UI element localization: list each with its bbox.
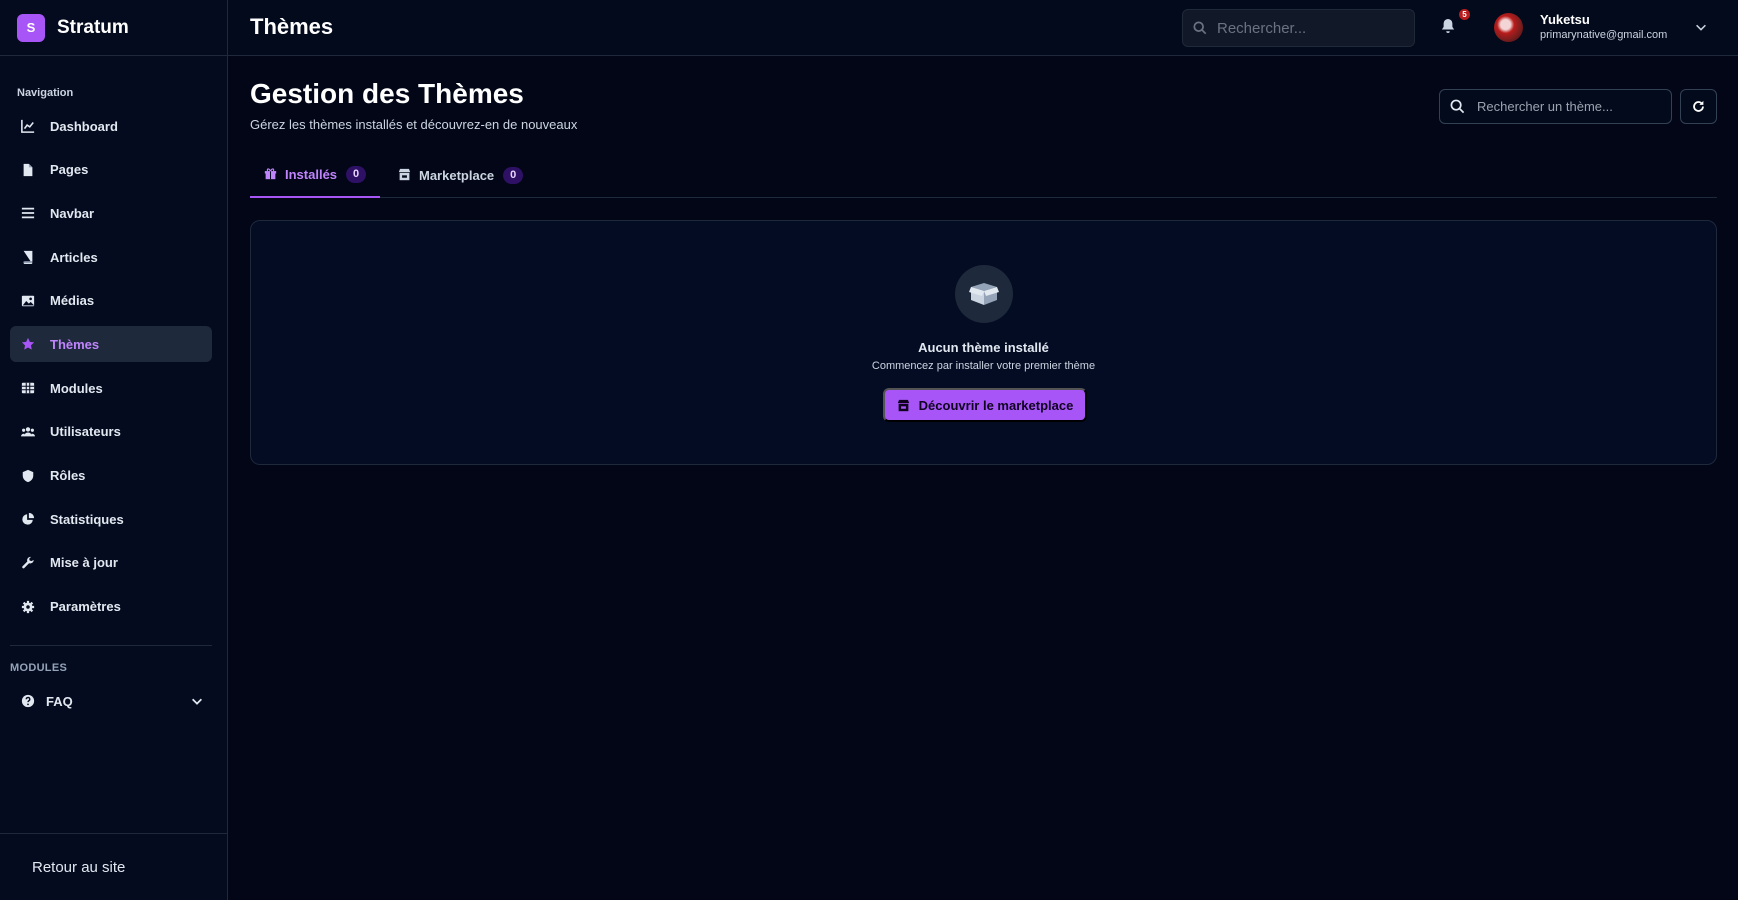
page-subheading: Gérez les thèmes installés et découvrez-… (250, 117, 578, 132)
nav-section-label: Navigation (17, 87, 74, 99)
theme-search[interactable] (1439, 89, 1672, 124)
sidebar-item-pages[interactable]: Pages (10, 152, 212, 188)
sidebar-item-label: Navbar (50, 205, 95, 221)
sidebar-item-label: Dashboard (50, 118, 118, 134)
page-heading: Gestion des Thèmes (250, 78, 524, 109)
tab-label: Marketplace (419, 167, 495, 183)
chevron-down-icon[interactable] (190, 694, 204, 708)
user-email: primarynative@gmail.com (1540, 29, 1668, 41)
sidebar: S Stratum Navigation Dashboard Pages Nav… (0, 0, 228, 900)
search-icon (1193, 21, 1207, 35)
empty-state-card: Aucun thème installé Commencez par insta… (250, 220, 1717, 465)
store-icon (897, 399, 909, 411)
sidebar-item-label: Pages (50, 162, 89, 178)
sidebar-item-label: Rôles (50, 468, 86, 483)
global-search[interactable] (1182, 9, 1415, 47)
box-open-icon (969, 283, 999, 305)
pie-chart-icon (20, 511, 36, 527)
sidebar-item-label: Paramètres (50, 599, 121, 615)
sidebar-item-label: FAQ (46, 693, 73, 709)
star-icon (20, 336, 36, 352)
image-icon (20, 293, 36, 309)
search-icon (1450, 99, 1465, 114)
sidebar-item-medias[interactable]: Médias (10, 283, 212, 319)
brand-logo: S (17, 13, 45, 42)
chevron-down-icon[interactable] (1694, 20, 1708, 34)
theme-search-input[interactable] (1477, 99, 1667, 114)
empty-state-text: Commencez par installer votre premier th… (871, 360, 1096, 372)
sidebar-item-label: Médias (50, 293, 95, 309)
tab-installed[interactable]: Installés 0 (250, 158, 381, 198)
theme-tabs: Installés 0 Marketplace 0 (250, 158, 1717, 198)
wrench-icon (20, 555, 36, 571)
empty-state-icon-wrap (955, 265, 1013, 323)
sidebar-item-updates[interactable]: Mise à jour (10, 545, 212, 581)
sidebar-item-label: Thèmes (50, 336, 100, 352)
gear-icon (20, 599, 36, 615)
sidebar-item-label: Utilisateurs (50, 424, 121, 440)
gift-icon (264, 167, 278, 181)
book-icon (20, 249, 36, 265)
brand[interactable]: S Stratum (0, 0, 227, 56)
sidebar-item-roles[interactable]: Rôles (10, 458, 212, 494)
sidebar-item-modules[interactable]: Modules (10, 370, 212, 406)
tab-count-badge: 0 (503, 166, 524, 184)
sidebar-item-label: Modules (50, 380, 103, 396)
user-name[interactable]: Yuketsu (1540, 12, 1590, 27)
bell-icon[interactable] (1441, 18, 1455, 34)
chart-line-icon (20, 118, 36, 134)
sidebar-item-themes[interactable]: Thèmes (10, 326, 212, 363)
shield-icon (20, 468, 36, 484)
page-title: Thèmes (250, 14, 334, 39)
discover-marketplace-button[interactable]: Découvrir le marketplace (883, 388, 1087, 422)
menu-icon (20, 205, 36, 221)
sidebar-item-label: Statistiques (50, 511, 124, 527)
discover-button-label: Découvrir le marketplace (918, 397, 1074, 413)
refresh-icon (1693, 100, 1704, 112)
sidebar-nav: Dashboard Pages Navbar Articles Médias T… (10, 108, 212, 632)
sidebar-item-articles[interactable]: Articles (10, 239, 212, 275)
sidebar-item-faq[interactable]: FAQ (10, 688, 212, 714)
refresh-button[interactable] (1680, 89, 1717, 124)
tab-count-badge: 0 (346, 165, 367, 183)
modules-section-label: MODULES (10, 662, 68, 674)
sidebar-divider (10, 645, 212, 646)
sidebar-item-dashboard[interactable]: Dashboard (10, 108, 212, 144)
topbar: Thèmes 5 Yuketsu primarynative@gmail.com (228, 0, 1738, 56)
global-search-input[interactable] (1217, 19, 1397, 37)
sidebar-item-label: Articles (50, 249, 98, 265)
sidebar-item-users[interactable]: Utilisateurs (10, 414, 212, 450)
notification-badge: 5 (1459, 9, 1470, 20)
avatar[interactable] (1494, 13, 1523, 42)
question-circle-icon (20, 693, 36, 709)
empty-state-title: Aucun thème installé (918, 340, 1049, 355)
sidebar-item-statistics[interactable]: Statistiques (10, 501, 212, 537)
tab-label: Installés (285, 166, 338, 182)
grid-icon (20, 380, 36, 396)
sidebar-item-navbar[interactable]: Navbar (10, 195, 212, 231)
sidebar-item-settings[interactable]: Paramètres (10, 589, 212, 625)
brand-name: Stratum (57, 16, 129, 38)
sidebar-item-label: Mise à jour (50, 555, 118, 571)
file-icon (20, 162, 36, 178)
store-icon (398, 168, 412, 182)
users-icon (20, 424, 36, 440)
back-to-site-link[interactable]: Retour au site (0, 833, 228, 900)
tab-marketplace[interactable]: Marketplace 0 (384, 158, 537, 198)
